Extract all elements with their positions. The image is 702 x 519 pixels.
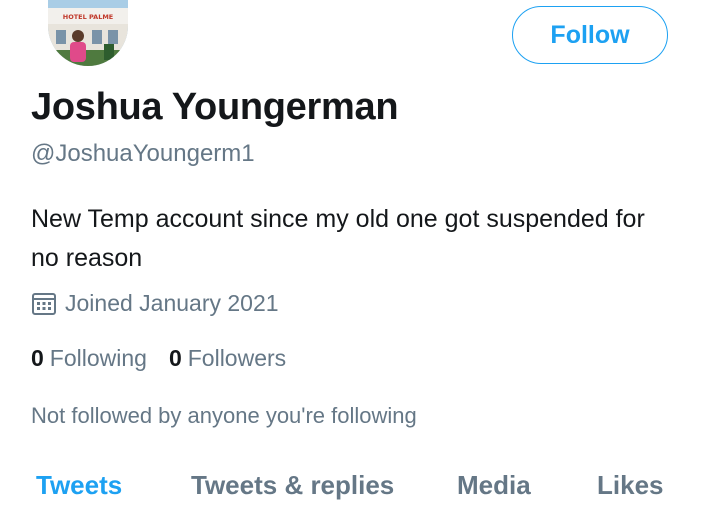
tab-tweets[interactable]: Tweets <box>36 470 122 501</box>
following-count-link[interactable]: 0 Following <box>31 345 147 372</box>
profile-stats: 0 Following 0 Followers <box>31 345 286 372</box>
hotel-sign-text: HOTEL PALME <box>63 13 114 21</box>
tab-likes[interactable]: Likes <box>597 470 664 501</box>
profile-bio: New Temp account since my old one got su… <box>31 205 645 272</box>
not-followed-notice: Not followed by anyone you're following <box>31 403 417 428</box>
profile-handle: @JoshuaYoungerm1 <box>31 140 255 167</box>
joined-label: Joined January 2021 <box>65 290 279 316</box>
following-label: Following <box>49 345 147 371</box>
followers-count-link[interactable]: 0 Followers <box>169 345 286 372</box>
followers-label: Followers <box>187 345 287 371</box>
profile-name: Joshua Youngerman <box>31 86 399 128</box>
follow-button[interactable]: Follow <box>512 6 668 64</box>
followers-count: 0 <box>168 345 182 371</box>
profile-tabs: Tweets Tweets & replies Media Likes <box>0 470 702 510</box>
following-count: 0 <box>31 345 44 371</box>
avatar[interactable]: HOTEL PALME <box>48 0 128 66</box>
tab-media[interactable]: Media <box>457 470 531 501</box>
calendar-icon <box>32 292 56 315</box>
joined-date: Joined January 2021 <box>31 290 279 317</box>
tab-tweets-and-replies[interactable]: Tweets & replies <box>191 470 394 501</box>
